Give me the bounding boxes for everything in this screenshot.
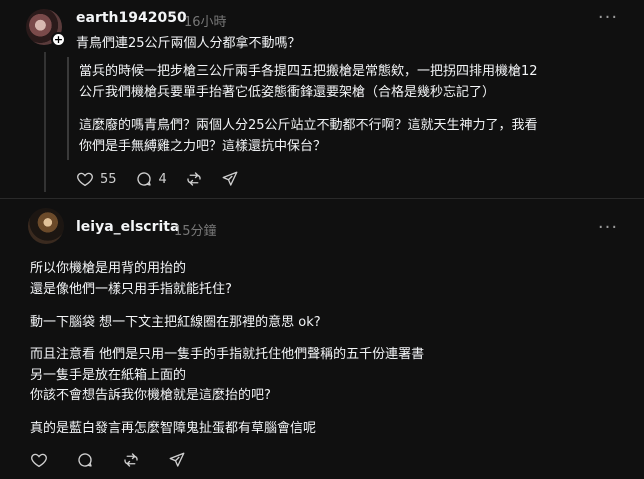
more-options-icon[interactable]: ··· [597,9,619,28]
quote-text-line: 你們是手無縛雞之力吧？這樣還抗中保台？ [79,139,327,154]
comment-count: 4 [158,171,167,187]
post-text: 青鳥們連25公斤兩個人分都拿不動嗎？ [76,36,301,51]
follow-plus-icon[interactable]: + [51,32,66,47]
share-button[interactable] [168,451,186,469]
post-text-line: 另一隻手是放在紙箱上面的 [30,368,187,383]
thread-line [44,52,46,192]
comment-icon [135,170,153,188]
quote-text-line: 公斤我們機槍兵要單手抬著它低姿態衝鋒還要架槍（合格是幾秒忘記了） [79,85,496,100]
post-text-line: 真的是藍白發言再怎麼智障鬼扯蛋都有草腦會信呢 [30,421,317,436]
like-button[interactable]: 55 [76,170,117,188]
post-text-line: 動一下腦袋 想一下文主把紅線圈在那裡的意思 ok? [30,315,321,330]
quote-text-line: 當兵的時候一把步槍三公斤兩手各提四五把搬槍是常態欸，一把拐四排用機槍12 [79,64,538,79]
username[interactable]: leiya_elscrita [76,219,179,235]
avatar[interactable] [28,208,64,244]
share-icon [221,170,239,188]
more-options-icon[interactable]: ··· [597,219,619,238]
post-text-line: 所以你機槍是用背的用抬的 [30,261,187,276]
heart-icon [76,170,94,188]
comment-button[interactable]: 4 [135,170,167,188]
divider [0,198,644,199]
quote-bar [67,57,69,160]
share-button[interactable] [221,170,239,188]
like-button[interactable] [30,451,48,469]
heart-icon [30,451,48,469]
timestamp[interactable]: 16小時 [184,11,227,30]
post-text-line: 還是像他們一樣只用手指就能托住? [30,282,232,297]
comment-icon [76,451,94,469]
share-icon [168,451,186,469]
username[interactable]: earth1942050 [76,10,187,26]
repost-button[interactable] [185,170,203,188]
comment-button[interactable] [76,451,94,469]
repost-icon [122,451,140,469]
timestamp[interactable]: 15分鐘 [174,220,217,239]
repost-button[interactable] [122,451,140,469]
post-actions: 55 4 [76,170,257,188]
post-text-line: 你該不會想告訴我你機槍就是這麼抬的吧? [30,388,271,403]
repost-icon [185,170,203,188]
like-count: 55 [100,171,117,187]
quote-text-line: 這麼廢的嗎青鳥們？兩個人分25公斤站立不動都不行啊？這就天生神力了，我看 [79,118,538,133]
post-text-line: 而且注意看 他們是只用一隻手的手指就托住他們聲稱的五千份連署書 [30,347,425,362]
post-actions [30,451,204,469]
